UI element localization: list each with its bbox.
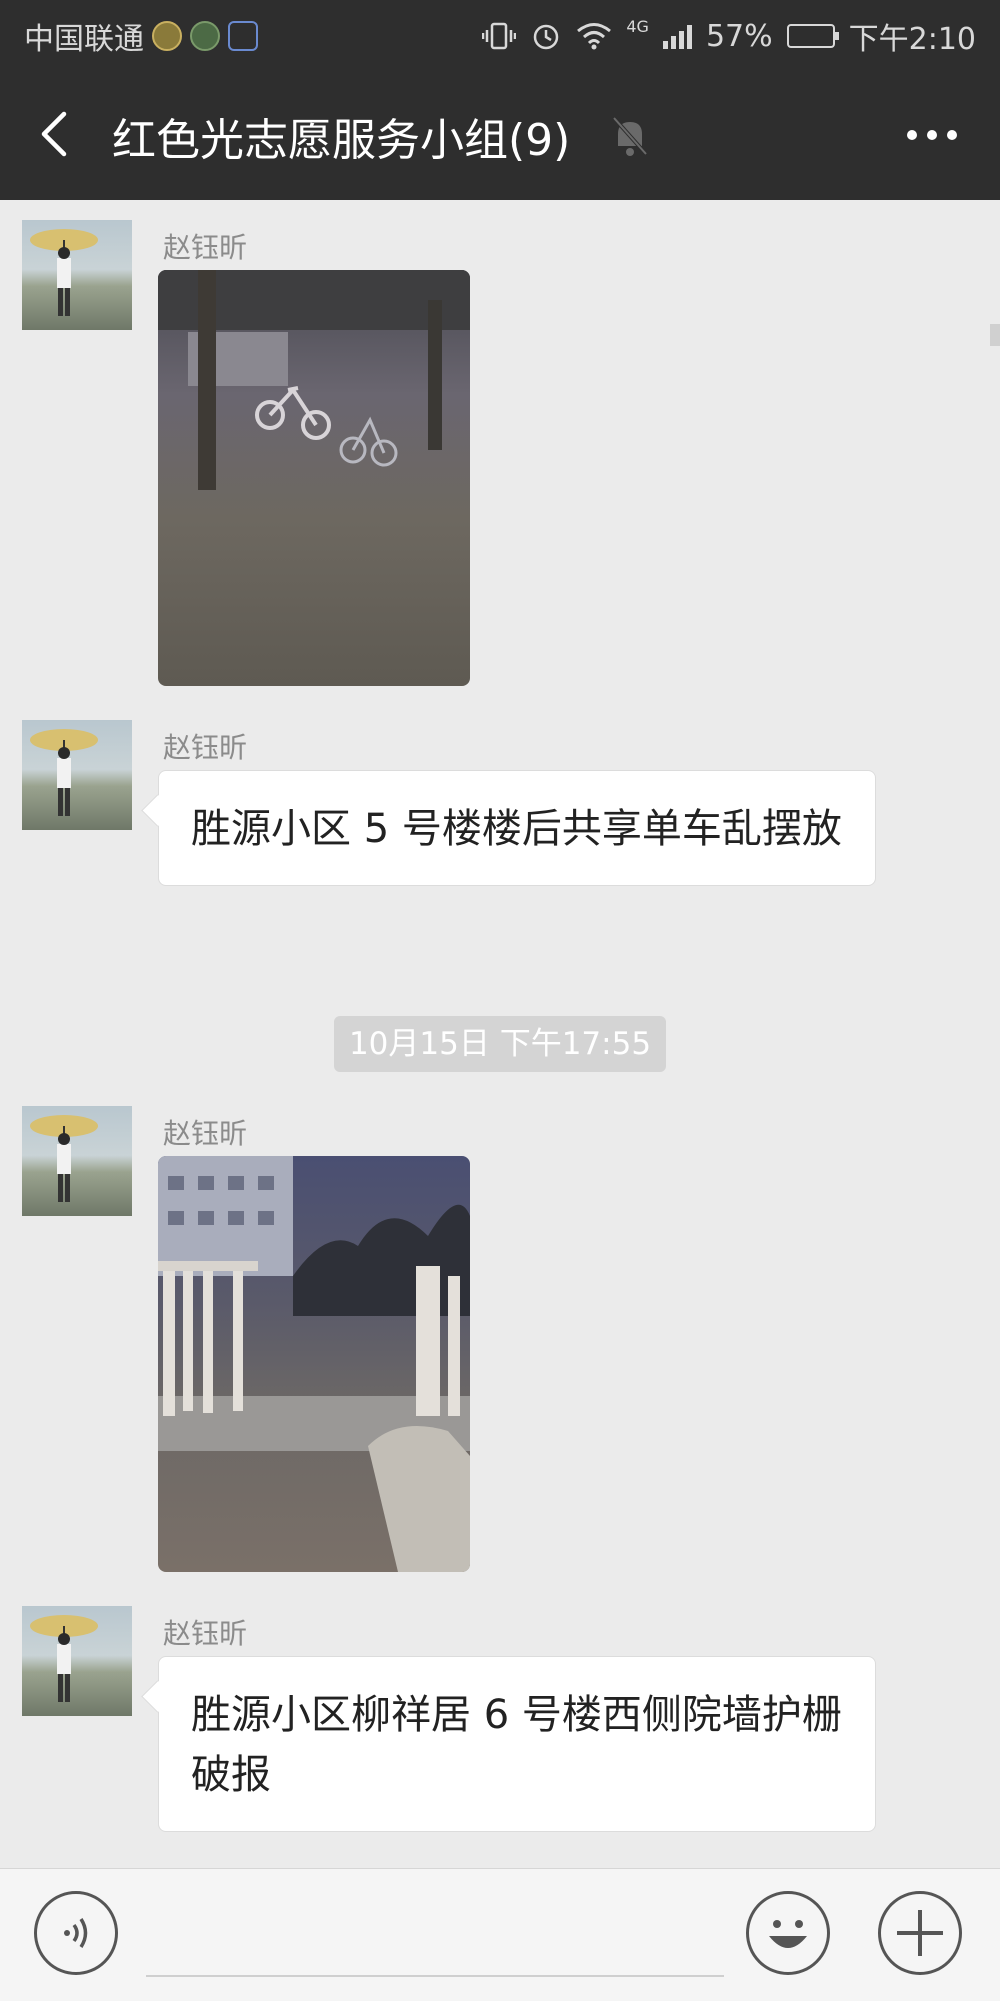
status-bar: 中国联通 4G 57% 下午2:10 xyxy=(0,0,1000,70)
status-right: 4G 57% 下午2:10 xyxy=(482,14,976,58)
image-message[interactable] xyxy=(158,1156,470,1572)
more-dots-icon[interactable] xyxy=(904,118,960,152)
avatar[interactable] xyxy=(22,1106,132,1216)
sender-name: 赵钰昕 xyxy=(163,1617,248,1650)
input-bar xyxy=(0,1868,1000,2001)
image-message[interactable] xyxy=(158,270,470,686)
chat-area[interactable]: 赵钰昕 赵钰昕 胜源小区 5 号楼楼后共享单车乱摆放 10月15日 下午17:5… xyxy=(0,200,1000,1868)
battery-percent: 57% xyxy=(705,18,773,54)
emoji-button[interactable] xyxy=(746,1891,830,1975)
sender-name: 赵钰昕 xyxy=(163,231,248,264)
timestamp: 10月15日 下午17:55 xyxy=(334,1016,666,1072)
text-message-bubble[interactable]: 胜源小区柳祥居 6 号楼西侧院墙护栅破报 xyxy=(158,1656,876,1832)
status-left: 中国联通 xyxy=(24,14,258,58)
carrier-label: 中国联通 xyxy=(24,22,144,57)
avatar[interactable] xyxy=(22,220,132,330)
scrollbar[interactable] xyxy=(990,324,1000,346)
plus-button[interactable] xyxy=(878,1891,962,1975)
chat-title: 红色光志愿服务小组(9) xyxy=(112,115,571,166)
alarm-icon xyxy=(534,24,559,50)
avatar[interactable] xyxy=(22,1606,132,1716)
text-message-bubble[interactable]: 胜源小区 5 号楼楼后共享单车乱摆放 xyxy=(158,770,876,886)
voice-button[interactable] xyxy=(34,1891,118,1975)
back-arrow-icon[interactable] xyxy=(30,108,82,160)
battery-icon xyxy=(786,24,839,48)
signal-icon xyxy=(662,23,692,49)
lock-icon xyxy=(228,21,258,51)
voice-icon xyxy=(64,1918,88,1948)
bell-muted-icon xyxy=(612,116,648,156)
emoji-icon xyxy=(769,1920,807,1948)
notification-icon xyxy=(152,21,182,51)
message-input[interactable] xyxy=(146,1907,724,1977)
plus-icon xyxy=(897,1910,943,1956)
avatar[interactable] xyxy=(22,720,132,830)
sender-name: 赵钰昕 xyxy=(163,731,248,764)
vibrate-icon xyxy=(482,22,517,50)
wifi-icon xyxy=(577,23,612,50)
chat-header: 红色光志愿服务小组(9) xyxy=(0,70,1000,200)
notification-icon xyxy=(190,21,220,51)
clock: 下午2:10 xyxy=(848,22,976,57)
sender-name: 赵钰昕 xyxy=(163,1117,248,1150)
network-type-label: 4G xyxy=(626,16,649,36)
